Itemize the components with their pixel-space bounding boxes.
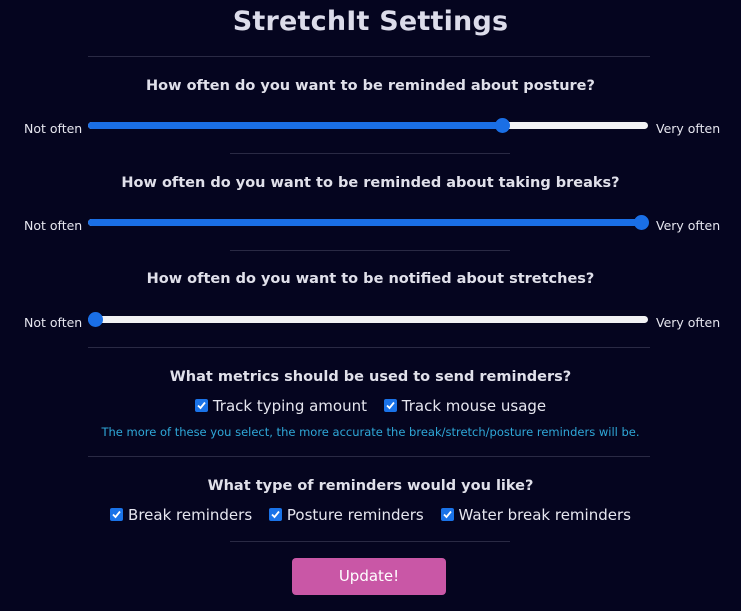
update-button[interactable]: Update! <box>292 558 446 595</box>
posture-min-label: Not often <box>24 121 83 136</box>
water-break-reminders-checkbox[interactable] <box>440 507 454 521</box>
metrics-question: What metrics should be used to send remi… <box>169 369 572 385</box>
metrics-hint: The more of these you select, the more a… <box>101 425 640 439</box>
breaks-frequency-slider[interactable] <box>88 215 649 230</box>
track-typing-label: Track typing amount <box>212 396 367 415</box>
breaks-min-label: Not often <box>24 218 83 233</box>
metrics-options: Track typing amount Track mouse usage <box>0 396 741 415</box>
slider-thumb[interactable] <box>88 312 103 327</box>
water-break-reminders-option[interactable]: Water break reminders <box>440 505 631 524</box>
track-typing-checkbox[interactable] <box>194 398 208 412</box>
divider <box>230 153 510 154</box>
stretches-min-label: Not often <box>24 315 83 330</box>
divider <box>88 56 650 57</box>
breaks-max-label: Very often <box>656 218 721 233</box>
break-reminders-checkbox[interactable] <box>110 507 124 521</box>
posture-reminders-checkbox[interactable] <box>268 507 282 521</box>
checkmark-icon <box>112 510 121 518</box>
stretches-frequency-slider[interactable] <box>88 312 648 327</box>
slider-thumb[interactable] <box>494 118 510 133</box>
track-mouse-checkbox[interactable] <box>383 398 397 412</box>
posture-reminders-option[interactable]: Posture reminders <box>268 505 424 524</box>
break-reminders-label: Break reminders <box>128 505 253 524</box>
checkmark-icon <box>442 510 452 518</box>
checkmark-icon <box>386 401 395 409</box>
track-mouse-label: Track mouse usage <box>401 396 547 415</box>
posture-max-label: Very often <box>656 121 721 136</box>
break-reminders-option[interactable]: Break reminders <box>110 506 252 524</box>
reminder-type-options: Break reminders Posture reminders Water … <box>0 505 741 524</box>
track-typing-option[interactable]: Track typing amount <box>194 396 367 415</box>
slider-fill <box>88 122 502 129</box>
slider-fill <box>88 219 641 226</box>
checkmark-icon <box>271 510 280 518</box>
divider <box>230 541 510 542</box>
stretches-question: How often do you want to be notified abo… <box>146 271 595 287</box>
posture-reminders-label: Posture reminders <box>286 505 424 524</box>
reminder-types-question: What type of reminders would you like? <box>207 478 534 494</box>
track-mouse-option[interactable]: Track mouse usage <box>383 396 547 415</box>
settings-page: StretchIt Settings How often do you want… <box>0 0 741 611</box>
slider-track <box>88 316 648 323</box>
breaks-question: How often do you want to be reminded abo… <box>121 175 620 191</box>
checkmark-icon <box>197 401 206 409</box>
divider <box>230 250 510 251</box>
page-title: StretchIt Settings <box>232 6 509 37</box>
posture-question: How often do you want to be reminded abo… <box>146 78 595 94</box>
stretches-max-label: Very often <box>656 315 721 330</box>
slider-thumb[interactable] <box>634 215 649 230</box>
posture-frequency-slider[interactable] <box>88 118 648 133</box>
divider <box>88 456 650 457</box>
water-break-reminders-label: Water break reminders <box>458 505 631 524</box>
divider <box>88 347 650 348</box>
